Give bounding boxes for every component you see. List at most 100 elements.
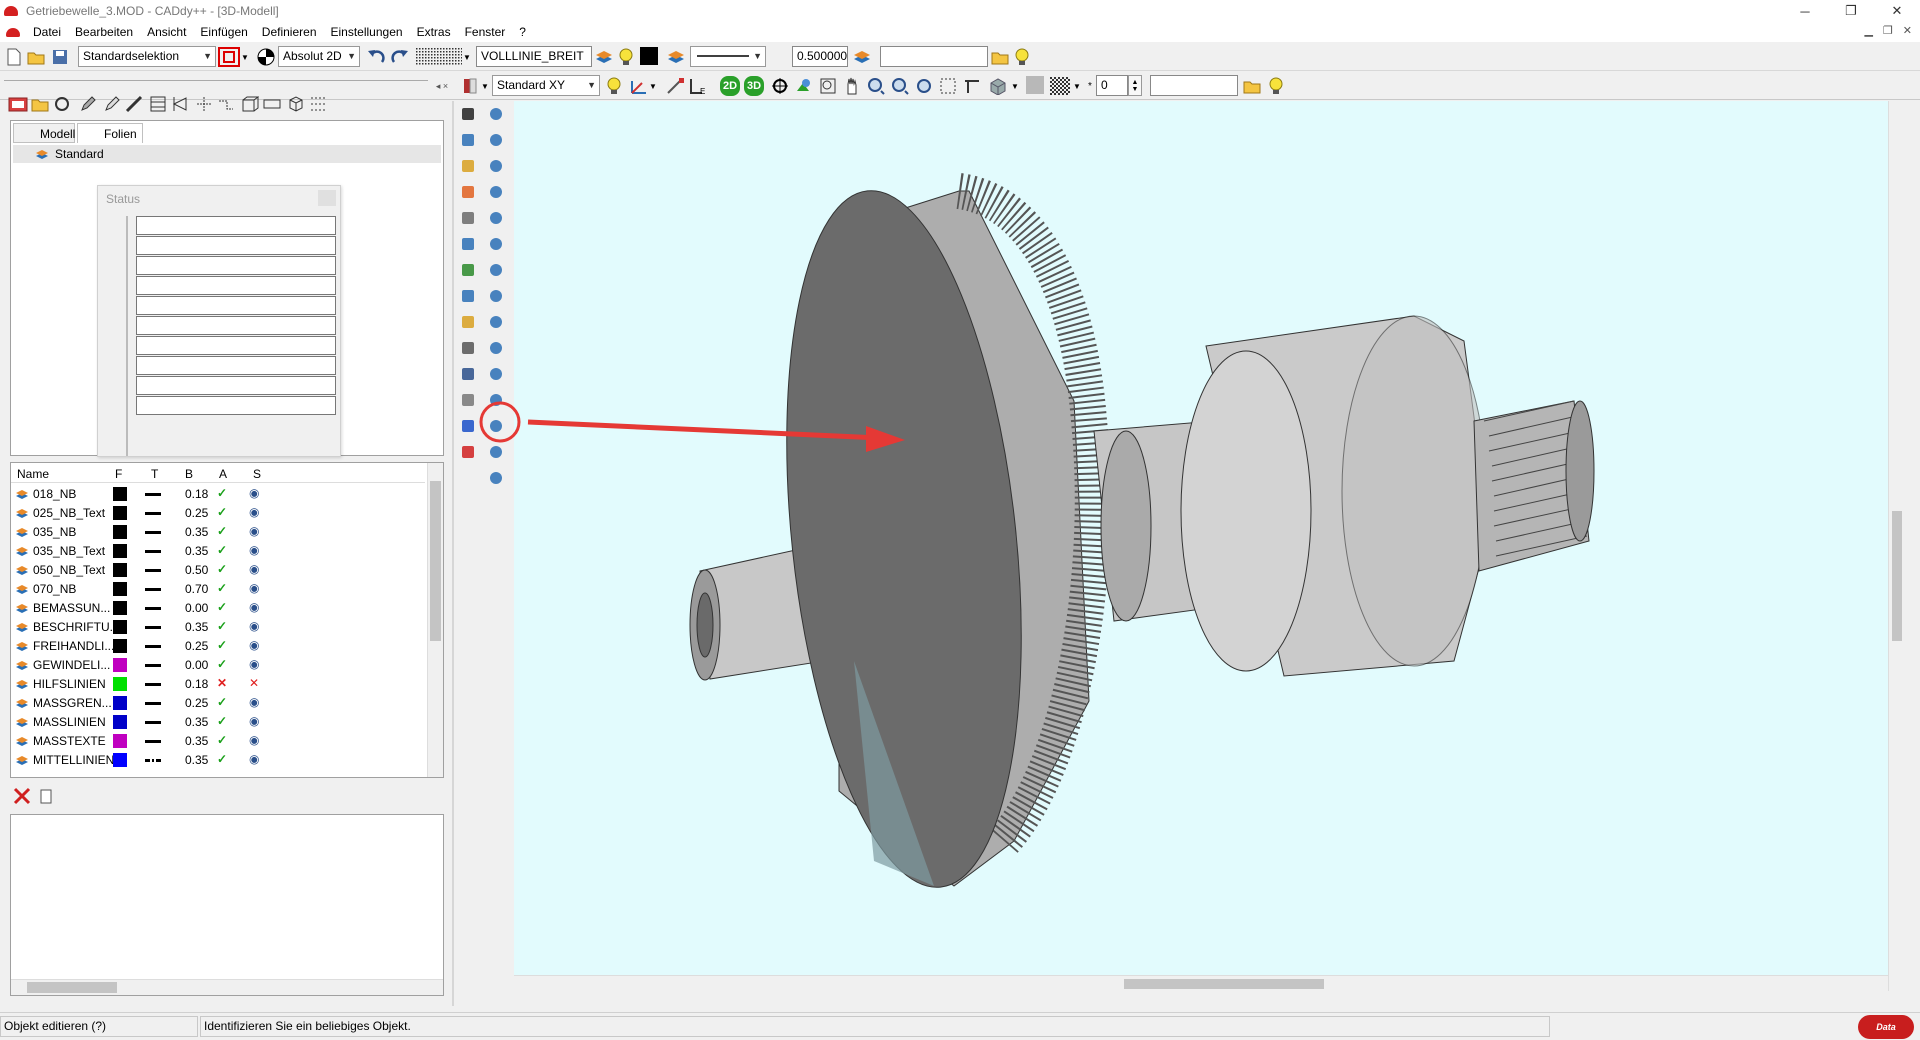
layer-row[interactable]: MASSGREN... 0.25 ✓ ◉ [11,694,431,713]
layer-row[interactable]: BEMASSUN... 0.00 ✓ ◉ [11,599,431,618]
chevron-down-icon[interactable]: ▼ [240,47,250,67]
folder-layer-icon[interactable] [30,94,50,114]
edit-text-icon[interactable] [102,94,122,114]
pencil-tool-icon[interactable] [458,182,478,202]
layer-icon[interactable] [852,47,872,67]
selection-mode-select[interactable]: Standardselektion ▼ [78,46,216,67]
check-icon[interactable]: ✓ [217,581,227,595]
eraser-icon[interactable] [458,442,478,462]
counter-field[interactable]: 0 [1096,75,1128,96]
layer-linestyle[interactable] [145,721,161,724]
col-s[interactable]: S [253,467,261,481]
layer-linestyle[interactable] [145,645,161,648]
pencil-icon[interactable] [78,94,98,114]
layer-width[interactable]: 0.00 [185,601,208,615]
pencil-view-icon[interactable] [460,76,480,96]
layer-color-swatch[interactable] [113,734,127,748]
panel-close-icon[interactable]: ◂ × [432,76,452,96]
cube-render-icon[interactable] [988,76,1008,96]
toolbar1-search-field[interactable] [880,46,988,67]
torus-tool-icon[interactable] [486,208,506,228]
zoom-all-icon[interactable] [914,76,934,96]
check-icon[interactable]: ✓ [217,543,227,557]
text-dim-tool-icon[interactable] [458,338,478,358]
layer-row[interactable]: 018_NB 0.18 ✓ ◉ [11,485,431,504]
color-black-swatch[interactable] [640,47,658,65]
layer-linestyle[interactable] [145,702,161,705]
layer-width[interactable]: 0.70 [185,582,208,596]
delete-layer-icon[interactable] [12,786,32,806]
menu-einstellungen[interactable]: Einstellungen [324,25,410,39]
trim-tool-icon[interactable] [458,208,478,228]
mdi-close-icon[interactable]: ✕ [1903,24,1912,37]
check-icon[interactable]: ✓ [217,733,227,747]
check-icon[interactable]: ✓ [217,600,227,614]
menu-datei[interactable]: Datei [26,25,68,39]
layer-row[interactable]: BESCHRIFTU... 0.35 ✓ ◉ [11,618,431,637]
text-tool-icon[interactable] [458,364,478,384]
layer-linestyle[interactable] [145,683,161,686]
eye-icon[interactable]: ◉ [249,657,259,671]
layer-color-swatch[interactable] [113,525,127,539]
revolve-tool-icon[interactable] [486,286,506,306]
layer-row[interactable]: GEWINDELI... 0.00 ✓ ◉ [11,656,431,675]
layer-linestyle[interactable] [145,569,161,572]
close-icon[interactable] [318,190,336,206]
sphere-solid-icon[interactable] [486,182,506,202]
col-t[interactable]: T [151,467,158,481]
fillet-tool-icon[interactable] [486,364,506,384]
layer-width[interactable]: 0.25 [185,696,208,710]
zoom-extents-icon[interactable] [938,76,958,96]
menu-einfuegen[interactable]: Einfügen [193,25,254,39]
layer-row[interactable]: MASSLINIEN 0.35 ✓ ◉ [11,713,431,732]
status-window[interactable]: Status [97,185,341,457]
layer-row[interactable]: 050_NB_Text 0.50 ✓ ◉ [11,561,431,580]
counter-spinner[interactable]: ▲ ▼ [1128,75,1142,96]
eye-icon[interactable]: ◉ [249,638,259,652]
toolbar2-search-field[interactable] [1150,75,1238,96]
eye-hidden-icon[interactable]: ✕ [249,676,259,690]
rotate-tool-icon[interactable] [458,234,478,254]
layer-width[interactable]: 0.25 [185,639,208,653]
check-icon[interactable]: ✓ [217,657,227,671]
extrude-tool-icon[interactable] [486,234,506,254]
layer-color-swatch[interactable] [113,601,127,615]
eye-icon[interactable]: ◉ [249,543,259,557]
restore-icon[interactable]: ❐ [1828,0,1874,22]
eye-icon[interactable]: ◉ [249,562,259,576]
layer-color-swatch[interactable] [113,582,127,596]
layer-width[interactable]: 0.35 [185,734,208,748]
check-icon[interactable]: ✓ [217,714,227,728]
close-icon[interactable]: ✕ [1874,0,1920,22]
box-icon[interactable] [240,94,260,114]
layer-width[interactable]: 0.18 [185,487,208,501]
check-icon[interactable]: ✓ [217,695,227,709]
boolean-split-icon[interactable] [486,468,506,488]
circle-tool-icon[interactable] [52,94,72,114]
lightbulb-icon[interactable] [1266,76,1286,96]
layer-icon[interactable] [594,47,614,67]
hatch-tool-icon[interactable] [458,390,478,410]
col-a[interactable]: A [219,467,227,481]
layer-linestyle[interactable] [145,740,161,743]
pan-hand-icon[interactable] [842,76,862,96]
point-tool-icon[interactable] [458,286,478,306]
sweep-tool-icon[interactable] [486,260,506,280]
layer-row[interactable]: 035_NB_Text 0.35 ✓ ◉ [11,542,431,561]
layer-width[interactable]: 0.35 [185,753,208,767]
document-icon[interactable] [6,27,20,37]
splitter[interactable] [452,101,454,1006]
folder-search-icon[interactable] [990,47,1010,67]
viewport-vscroll[interactable] [1888,101,1904,991]
layer-color-swatch[interactable] [113,658,127,672]
col-b[interactable]: B [185,467,193,481]
grid-pattern-icon[interactable] [416,47,462,67]
layer-linestyle[interactable] [145,588,161,591]
layer-width[interactable]: 0.35 [185,525,208,539]
cross-icon[interactable]: ✕ [217,676,227,690]
layer-color-swatch[interactable] [113,620,127,634]
tree-item-standard[interactable]: Standard [13,145,441,163]
save-icon[interactable] [50,47,70,67]
lightbulb-icon[interactable] [1012,47,1032,67]
eye-icon[interactable]: ◉ [249,714,259,728]
